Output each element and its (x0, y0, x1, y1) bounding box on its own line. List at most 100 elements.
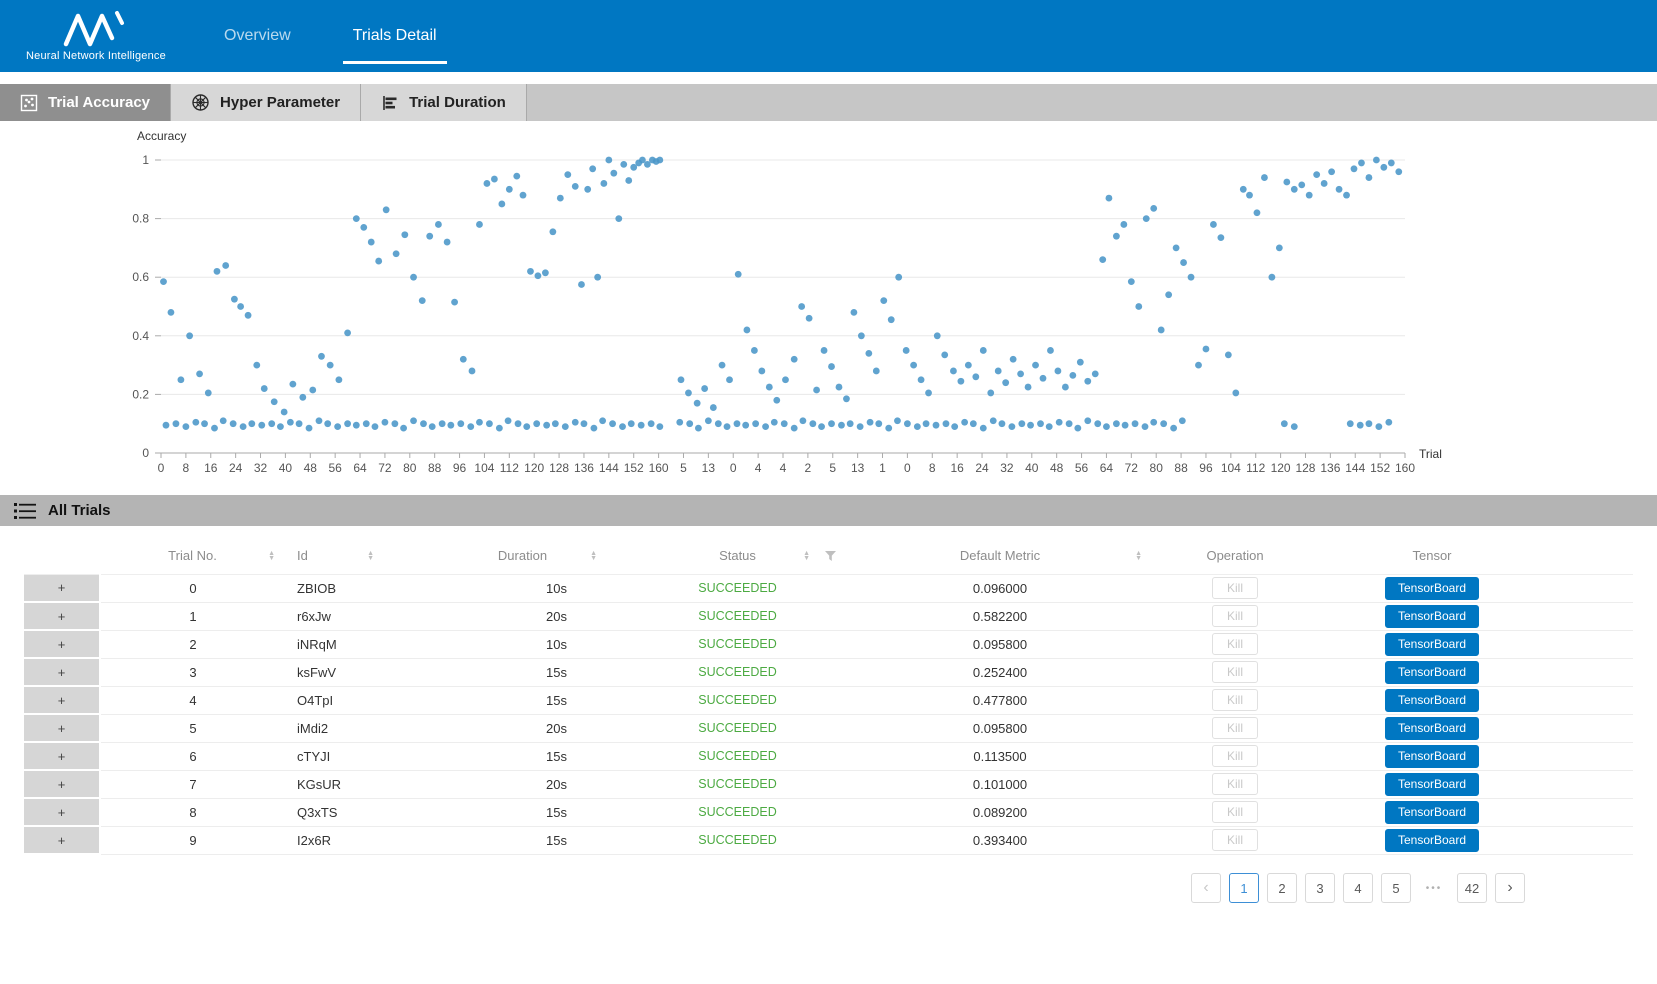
nav-tab-trials-detail[interactable]: Trials Detail (347, 0, 443, 72)
sort-icon[interactable]: ▲▼ (367, 551, 374, 561)
operation-cell: Kill (1150, 686, 1320, 714)
duration-column-header: Duration ▲▼ (420, 538, 625, 574)
expand-row-button[interactable]: + (24, 742, 100, 770)
sort-icon[interactable]: ▲▼ (590, 551, 597, 561)
tensorboard-button[interactable]: TensorBoard (1385, 717, 1479, 740)
kill-button[interactable]: Kill (1212, 773, 1258, 795)
pagination-next-button[interactable]: › (1495, 873, 1525, 903)
kill-button[interactable]: Kill (1212, 745, 1258, 767)
pagination-prev-button[interactable]: ‹ (1191, 873, 1221, 903)
expand-row-button[interactable]: + (24, 826, 100, 854)
svg-text:136: 136 (1320, 461, 1340, 475)
kill-button[interactable]: Kill (1212, 801, 1258, 823)
tensorboard-button[interactable]: TensorBoard (1385, 689, 1479, 712)
svg-text:32: 32 (1000, 461, 1014, 475)
duration-cell: 10s (420, 630, 625, 658)
pagination-page-3[interactable]: 3 (1305, 873, 1335, 903)
pagination-page-5[interactable]: 5 (1381, 873, 1411, 903)
web-icon (191, 93, 210, 112)
tensor-cell: TensorBoard (1320, 630, 1633, 658)
duration-cell: 20s (420, 602, 625, 630)
trial-row: +8Q3xTS15sSUCCEEDED0.089200KillTensorBoa… (24, 798, 1633, 826)
expand-row-button[interactable]: + (24, 630, 100, 658)
tensorboard-button[interactable]: TensorBoard (1385, 661, 1479, 684)
expand-row-button[interactable]: + (24, 798, 100, 826)
kill-button[interactable]: Kill (1212, 633, 1258, 655)
sort-icon[interactable]: ▲▼ (1135, 551, 1142, 561)
trial-no-column-header: Trial No. ▲▼ (100, 538, 285, 574)
svg-text:Accuracy: Accuracy (137, 129, 186, 143)
pagination-page-2[interactable]: 2 (1267, 873, 1297, 903)
status-cell: SUCCEEDED (625, 798, 850, 826)
metric-cell: 0.101000 (850, 770, 1150, 798)
tab-trial-accuracy[interactable]: Trial Accuracy (0, 84, 171, 121)
kill-button[interactable]: Kill (1212, 661, 1258, 683)
expand-row-button[interactable]: + (24, 658, 100, 686)
trial-row: +3ksFwV15sSUCCEEDED0.252400KillTensorBoa… (24, 658, 1633, 686)
svg-text:56: 56 (328, 461, 342, 475)
trial-no-header-label: Trial No. (168, 548, 217, 563)
operation-cell: Kill (1150, 658, 1320, 686)
scatter-plot-icon (20, 94, 38, 112)
kill-button[interactable]: Kill (1212, 605, 1258, 627)
id-column-header: Id ▲▼ (285, 538, 420, 574)
trial-row: +0ZBIOB10sSUCCEEDED0.096000KillTensorBoa… (24, 574, 1633, 602)
tab-trial-accuracy-label: Trial Accuracy (48, 94, 150, 111)
operation-cell: Kill (1150, 742, 1320, 770)
expand-row-button[interactable]: + (24, 686, 100, 714)
svg-text:2: 2 (805, 461, 812, 475)
svg-text:80: 80 (403, 461, 417, 475)
tensorboard-button[interactable]: TensorBoard (1385, 801, 1479, 824)
nni-logo-icon (62, 10, 172, 48)
trial-row: +5iMdi220sSUCCEEDED0.095800KillTensorBoa… (24, 714, 1633, 742)
status-cell: SUCCEEDED (625, 770, 850, 798)
operation-column-header: Operation (1150, 538, 1320, 574)
operation-cell: Kill (1150, 798, 1320, 826)
tab-trial-duration[interactable]: Trial Duration (361, 84, 527, 121)
pagination-page-1[interactable]: 1 (1229, 873, 1259, 903)
trial-id-cell: O4TpI (285, 686, 420, 714)
tensorboard-button[interactable]: TensorBoard (1385, 829, 1479, 852)
tensorboard-button[interactable]: TensorBoard (1385, 773, 1479, 796)
metric-cell: 0.252400 (850, 658, 1150, 686)
kill-button[interactable]: Kill (1212, 717, 1258, 739)
trial-no-cell: 2 (100, 630, 285, 658)
tensor-cell: TensorBoard (1320, 770, 1633, 798)
sort-icon[interactable]: ▲▼ (268, 551, 275, 561)
svg-text:96: 96 (453, 461, 467, 475)
tensorboard-button[interactable]: TensorBoard (1385, 577, 1479, 600)
tensorboard-button[interactable]: TensorBoard (1385, 633, 1479, 656)
expand-row-button[interactable]: + (24, 602, 100, 630)
sort-icon[interactable]: ▲▼ (803, 551, 810, 561)
svg-text:8: 8 (929, 461, 936, 475)
trial-no-cell: 3 (100, 658, 285, 686)
pagination-ellipsis[interactable]: ••• (1419, 873, 1449, 903)
tensor-cell: TensorBoard (1320, 686, 1633, 714)
filter-icon[interactable] (825, 551, 836, 561)
expand-row-button[interactable]: + (24, 770, 100, 798)
status-cell: SUCCEEDED (625, 574, 850, 602)
tensor-cell: TensorBoard (1320, 826, 1633, 854)
kill-button[interactable]: Kill (1212, 577, 1258, 599)
metric-cell: 0.113500 (850, 742, 1150, 770)
nav-tab-overview[interactable]: Overview (218, 0, 297, 72)
pagination-page-4[interactable]: 4 (1343, 873, 1373, 903)
status-column-header: Status ▲▼ (625, 538, 850, 574)
status-cell: SUCCEEDED (625, 742, 850, 770)
status-cell: SUCCEEDED (625, 630, 850, 658)
expand-row-button[interactable]: + (24, 714, 100, 742)
expand-column-header (24, 538, 100, 574)
kill-button[interactable]: Kill (1212, 829, 1258, 851)
tab-hyper-parameter[interactable]: Hyper Parameter (171, 84, 361, 121)
expand-row-button[interactable]: + (24, 574, 100, 602)
svg-text:24: 24 (229, 461, 243, 475)
kill-button[interactable]: Kill (1212, 689, 1258, 711)
tensorboard-button[interactable]: TensorBoard (1385, 605, 1479, 628)
tensorboard-button[interactable]: TensorBoard (1385, 745, 1479, 768)
svg-text:16: 16 (950, 461, 964, 475)
trial-no-cell: 4 (100, 686, 285, 714)
svg-text:80: 80 (1150, 461, 1164, 475)
svg-text:64: 64 (353, 461, 367, 475)
pagination-page-42[interactable]: 42 (1457, 873, 1487, 903)
svg-text:64: 64 (1100, 461, 1114, 475)
